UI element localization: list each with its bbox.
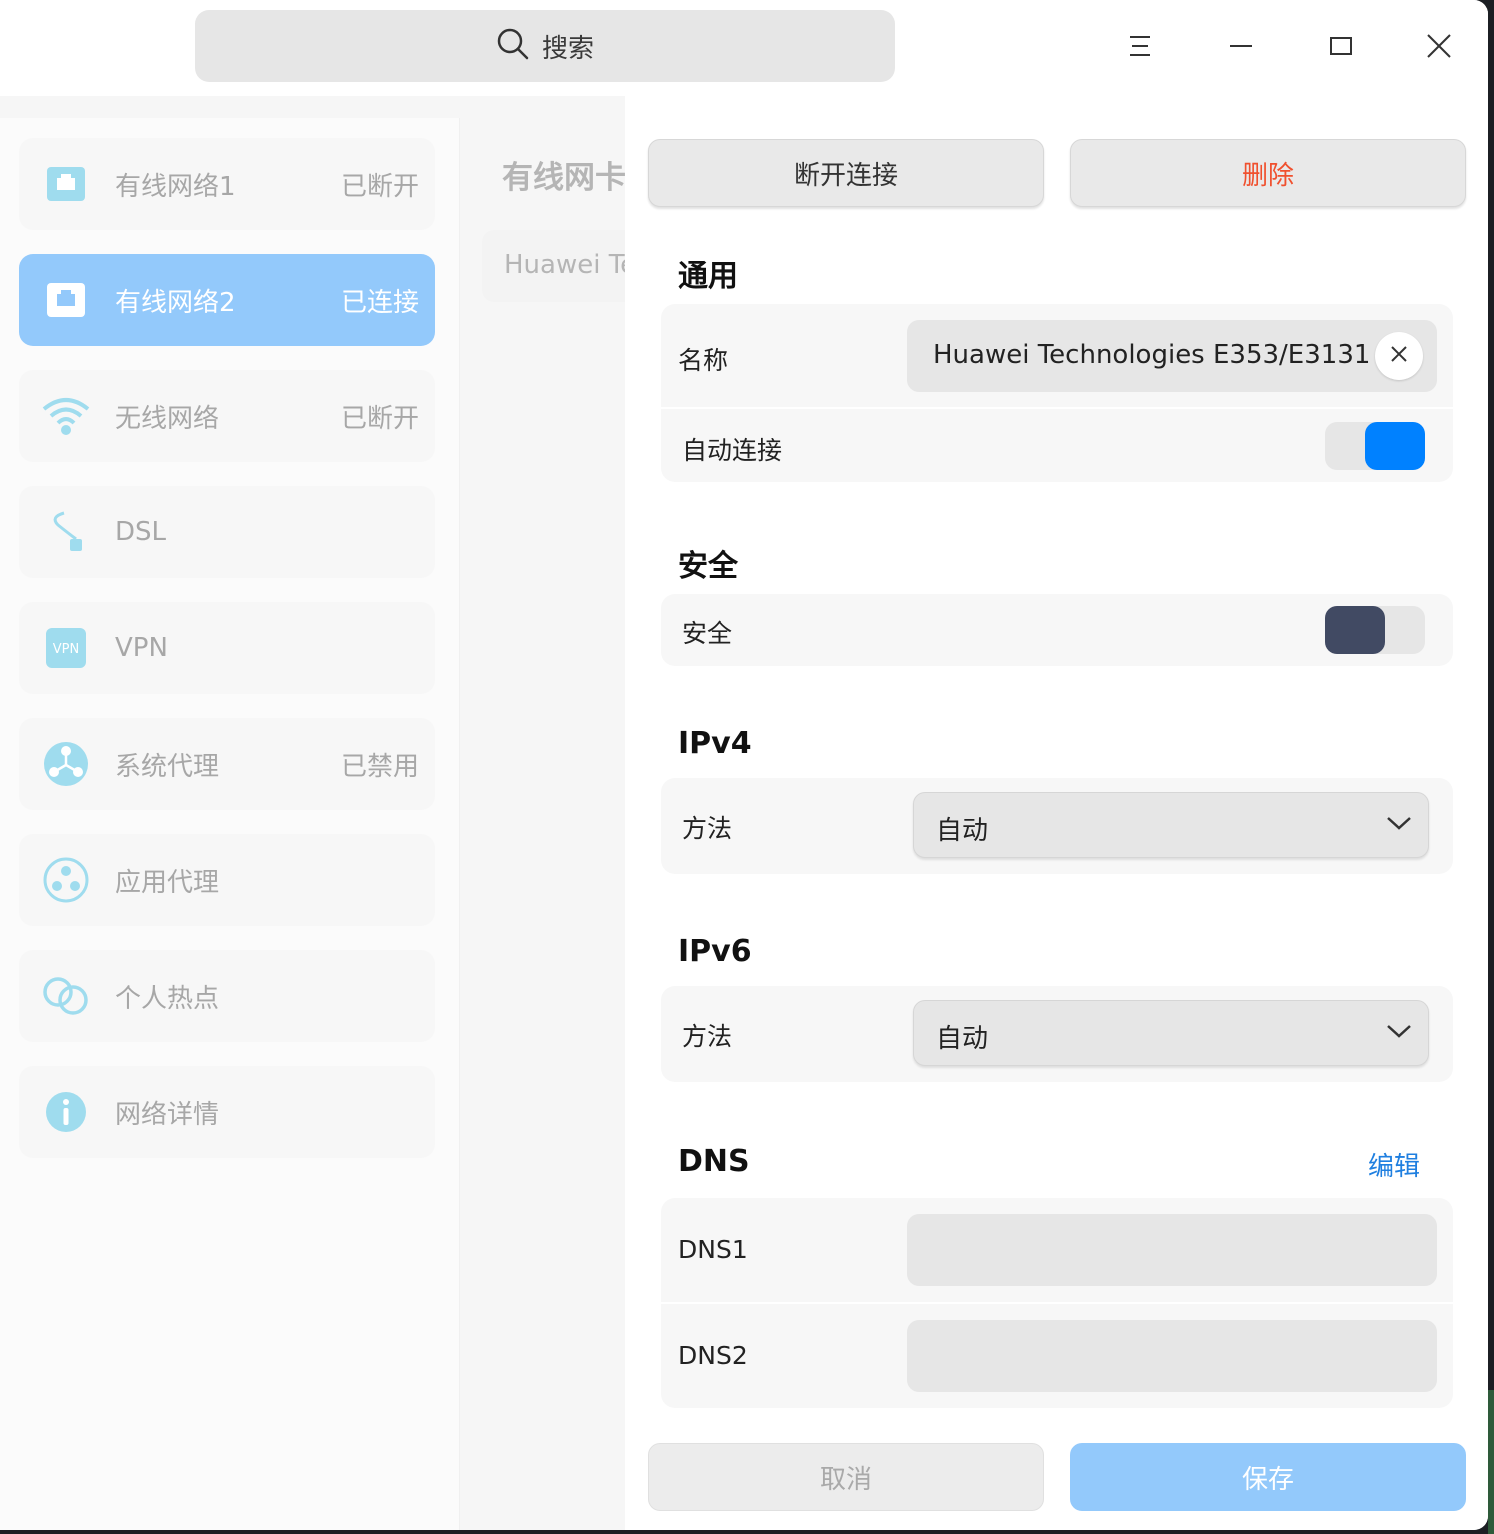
ipv4-section-title: IPv4 xyxy=(678,726,752,761)
security-toggle[interactable] xyxy=(1325,606,1425,654)
ipv6-method-label: 方法 xyxy=(682,1022,733,1051)
cancel-button[interactable]: 取消 xyxy=(648,1443,1044,1511)
disconnect-button[interactable]: 断开连接 xyxy=(648,139,1044,207)
sidebar-item-status: 已断开 xyxy=(340,403,419,434)
toggle-knob xyxy=(1365,422,1425,470)
toggle-knob xyxy=(1325,606,1385,654)
sidebar-item-wireless[interactable]: 无线网络 已断开 xyxy=(19,370,435,462)
security-group: 安全 xyxy=(661,594,1453,666)
delete-button[interactable]: 删除 xyxy=(1070,139,1466,207)
info-icon xyxy=(41,1087,91,1137)
general-section-title: 通用 xyxy=(678,259,738,294)
sidebar-item-app-proxy[interactable]: 应用代理 xyxy=(19,834,435,926)
ipv4-method-label: 方法 xyxy=(682,814,733,843)
close-button[interactable] xyxy=(1409,18,1469,78)
svg-text:VPN: VPN xyxy=(53,642,79,657)
sidebar-item-vpn[interactable]: VPN VPN xyxy=(19,602,435,694)
dns2-input[interactable] xyxy=(907,1320,1437,1392)
minimize-icon xyxy=(1228,33,1254,63)
dns1-label: DNS1 xyxy=(678,1235,748,1264)
general-group: 名称 Huawei Technologies E353/E3131 自动连接 xyxy=(661,304,1453,482)
search-box[interactable]: 搜索 xyxy=(195,10,895,82)
dns-section-title: DNS xyxy=(678,1144,750,1179)
search-label: 搜索 xyxy=(541,33,594,64)
desktop-background xyxy=(1488,0,1494,1534)
sidebar-item-network-details[interactable]: 网络详情 xyxy=(19,1066,435,1158)
desktop-background-accent xyxy=(1488,1390,1494,1534)
dns2-label: DNS2 xyxy=(678,1341,748,1370)
ipv6-method-select[interactable]: 自动 xyxy=(913,1000,1429,1066)
dns-edit-link[interactable]: 编辑 xyxy=(1368,1146,1420,1183)
minimize-button[interactable] xyxy=(1211,18,1271,78)
divider xyxy=(661,407,1453,409)
maximize-icon xyxy=(1328,33,1354,63)
sidebar-item-wired-1[interactable]: 有线网络1 已断开 xyxy=(19,138,435,230)
network-settings-window: 搜索 有线网络1 已断开 有线网络2 已连接 无线网络 已断开 DSL VPN … xyxy=(0,0,1488,1530)
sidebar-item-name: 有线网络1 xyxy=(115,171,236,202)
ethernet-icon xyxy=(41,159,91,209)
title-bar: 搜索 xyxy=(0,0,1488,96)
chevron-down-icon xyxy=(1386,813,1412,837)
dns-group: DNS1 DNS2 xyxy=(661,1198,1453,1408)
chevron-down-icon xyxy=(1386,1021,1412,1045)
sidebar-item-name: 应用代理 xyxy=(115,867,220,898)
sidebar-item-hotspot[interactable]: 个人热点 xyxy=(19,950,435,1042)
ipv6-group: 方法 自动 xyxy=(661,986,1453,1082)
dns1-input[interactable] xyxy=(907,1214,1437,1286)
sidebar-item-system-proxy[interactable]: 系统代理 已禁用 xyxy=(19,718,435,810)
sidebar-item-status: 已连接 xyxy=(340,287,419,318)
middle-column-title: 有线网卡 xyxy=(502,160,626,196)
hotspot-icon xyxy=(41,971,91,1021)
ipv6-method-value: 自动 xyxy=(936,1024,989,1054)
sidebar-item-name: 个人热点 xyxy=(115,983,220,1014)
name-input[interactable]: Huawei Technologies E353/E3131 xyxy=(907,320,1437,392)
security-label: 安全 xyxy=(682,619,733,648)
ethernet-icon xyxy=(41,275,91,325)
name-label: 名称 xyxy=(678,346,729,375)
auto-connect-toggle[interactable] xyxy=(1325,422,1425,470)
auto-connect-label: 自动连接 xyxy=(682,436,783,465)
save-button[interactable]: 保存 xyxy=(1070,1443,1466,1511)
divider xyxy=(661,1302,1453,1304)
sidebar-item-name: VPN xyxy=(115,633,168,663)
device-card-text: Huawei Te xyxy=(504,250,637,280)
sidebar-item-name: DSL xyxy=(115,517,167,547)
close-icon xyxy=(1390,345,1408,367)
vpn-icon: VPN xyxy=(41,623,91,673)
ipv4-group: 方法 自动 xyxy=(661,778,1453,874)
name-value: Huawei Technologies E353/E3131 xyxy=(933,340,1371,370)
search-icon xyxy=(496,27,530,65)
maximize-button[interactable] xyxy=(1311,18,1371,78)
sidebar-item-status: 已禁用 xyxy=(340,751,419,782)
sidebar-item-name: 无线网络 xyxy=(115,403,220,434)
ipv4-method-value: 自动 xyxy=(936,816,989,846)
ipv6-section-title: IPv6 xyxy=(678,934,752,969)
sidebar-item-dsl[interactable]: DSL xyxy=(19,486,435,578)
clear-name-button[interactable] xyxy=(1375,332,1423,380)
sidebar-item-status: 已断开 xyxy=(340,171,419,202)
sidebar-item-wired-2[interactable]: 有线网络2 已连接 xyxy=(19,254,435,346)
connection-detail-panel: 断开连接 删除 通用 名称 Huawei Technologies E353/E… xyxy=(625,96,1488,1530)
ipv4-method-select[interactable]: 自动 xyxy=(913,792,1429,858)
close-icon xyxy=(1426,33,1452,63)
sidebar-item-name: 网络详情 xyxy=(115,1099,220,1130)
security-section-title: 安全 xyxy=(678,549,738,584)
menu-button[interactable] xyxy=(1110,18,1170,78)
wifi-icon xyxy=(41,391,91,441)
dsl-cable-icon xyxy=(41,507,91,557)
sidebar-item-name: 系统代理 xyxy=(115,751,220,782)
system-proxy-icon xyxy=(41,739,91,789)
menu-icon xyxy=(1128,34,1152,62)
app-proxy-icon xyxy=(41,855,91,905)
sidebar-item-name: 有线网络2 xyxy=(115,287,236,318)
